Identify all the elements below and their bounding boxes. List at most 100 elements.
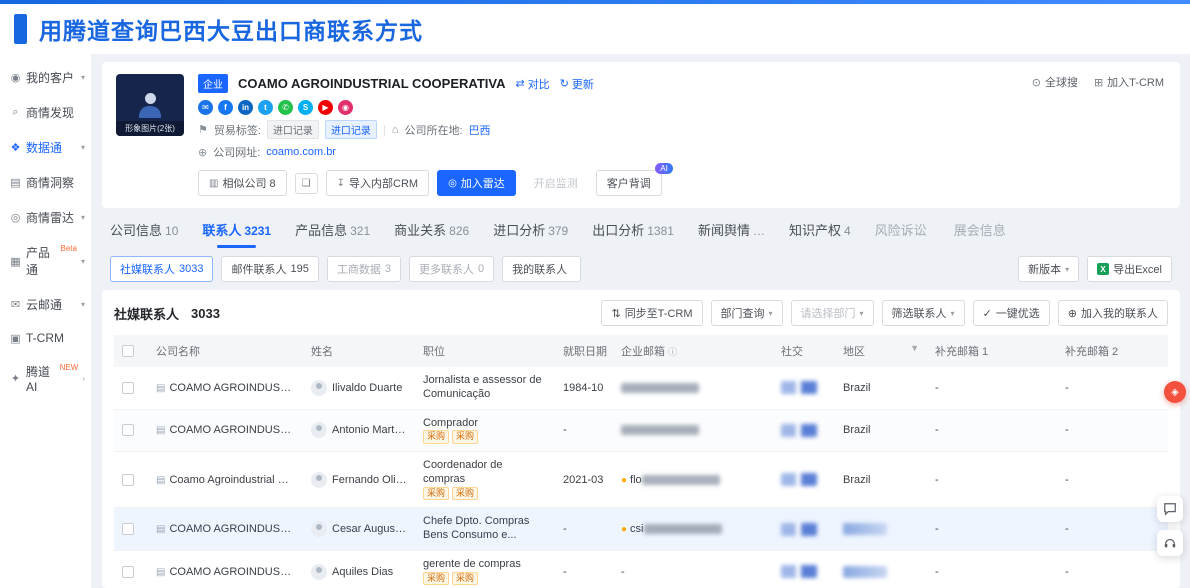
- sidebar-item[interactable]: ▣ T-CRM: [0, 322, 91, 354]
- row-checkbox[interactable]: [122, 474, 134, 486]
- tab[interactable]: 风险诉讼: [875, 220, 930, 248]
- compare-button[interactable]: ⇄对比: [515, 76, 549, 92]
- youtube-icon[interactable]: ▶: [318, 100, 333, 115]
- similar-companies-button[interactable]: ▥相似公司 8: [198, 170, 287, 196]
- whatsapp-icon[interactable]: ✆: [278, 100, 293, 115]
- tab[interactable]: 新闻舆情…: [698, 220, 765, 248]
- social-links-redacted[interactable]: [781, 424, 817, 437]
- export-excel-button[interactable]: X导出Excel: [1087, 256, 1172, 282]
- table-action-button[interactable]: 请选择部门 ▾: [791, 300, 874, 326]
- version-select[interactable]: 新版本▾: [1018, 256, 1079, 282]
- table-action-button[interactable]: ✓ 一键优选: [973, 300, 1050, 326]
- company-photo[interactable]: 形象图片(2张): [116, 74, 184, 136]
- copy-button[interactable]: ❏: [295, 173, 318, 194]
- contacts-tbody: ▤COAMO AGROINDUSTRIAL COOPERAT... Ilival…: [114, 367, 1168, 588]
- subfilter-chip[interactable]: 社媒联系人 3033: [110, 256, 213, 282]
- flag-icon: ⚑: [198, 123, 208, 136]
- sidebar-item-label: 云邮通: [26, 296, 62, 313]
- contacts-table: 公司名称姓名职位就职日期企业邮箱ⓘ社交地区▼补充邮箱 1补充邮箱 2 ▤COAM…: [114, 335, 1168, 588]
- promo-float-button[interactable]: ◈: [1164, 381, 1186, 403]
- trade-tag[interactable]: 进口记录: [325, 120, 377, 139]
- start-monitor-button[interactable]: 开启监测: [524, 171, 588, 195]
- refresh-button[interactable]: ↻更新: [560, 76, 594, 92]
- social-links-redacted[interactable]: [781, 473, 817, 486]
- sidebar-item-label: 商情洞察: [26, 174, 74, 191]
- chevron-down-icon: ▾: [81, 300, 85, 309]
- sidebar-item[interactable]: ▦ 产品通 Beta ▾: [0, 235, 91, 287]
- subfilter-count: 0: [478, 263, 484, 275]
- sidebar-item[interactable]: ⌕ 商情发现: [0, 95, 91, 130]
- background-check-button[interactable]: 客户背调AI: [596, 170, 662, 196]
- row-checkbox[interactable]: [122, 566, 134, 578]
- instagram-icon[interactable]: ◉: [338, 100, 353, 115]
- website-link[interactable]: coamo.com.br: [266, 146, 336, 158]
- sidebar-item[interactable]: ✉ 云邮通 ▾: [0, 287, 91, 322]
- sidebar-item[interactable]: ✦ 腾道AI NEW ›: [0, 354, 91, 403]
- social-links-redacted[interactable]: [781, 565, 817, 578]
- trade-tag[interactable]: 进口记录: [267, 120, 319, 139]
- import-crm-button[interactable]: ↧导入内部CRM: [326, 170, 429, 196]
- table-row[interactable]: ▤COAMO AGROINDUSTRIAL COOPERAT... Antoni…: [114, 409, 1168, 452]
- building-icon: ▥: [209, 178, 218, 189]
- location-value[interactable]: 巴西: [469, 122, 491, 138]
- extra-email-1: -: [935, 523, 939, 535]
- table-row[interactable]: ▤Coamo Agroindustrial Cooperativa Fernan…: [114, 452, 1168, 508]
- tab[interactable]: 展会信息: [954, 220, 1009, 248]
- social-links-redacted[interactable]: [781, 523, 817, 536]
- table-row[interactable]: ▤COAMO AGROINDUSTRIAL COOPERAT... Ilival…: [114, 367, 1168, 409]
- tab-count: 3231: [244, 224, 271, 238]
- filter-icon[interactable]: ▼: [910, 343, 919, 353]
- sidebar: ◉ 我的客户 ▾ ⌕ 商情发现 ❖ 数据通 ▾ ▤ 商情洞察 ◎ 商情雷达 ▾ …: [0, 54, 92, 588]
- subfilter-chip[interactable]: 我的联系人: [502, 256, 581, 282]
- sidebar-item[interactable]: ❖ 数据通 ▾: [0, 130, 91, 165]
- row-checkbox[interactable]: [122, 382, 134, 394]
- hire-date: 1984-10: [555, 367, 613, 409]
- subfilter-chip[interactable]: 工商数据 3: [327, 256, 401, 282]
- linkedin-icon[interactable]: in: [238, 100, 253, 115]
- tab[interactable]: 知识产权4: [789, 220, 851, 248]
- sidebar-item[interactable]: ◎ 商情雷达 ▾: [0, 200, 91, 235]
- region-text: Brazil: [843, 382, 871, 394]
- tab[interactable]: 公司信息10: [110, 220, 178, 248]
- region-text: Brazil: [843, 424, 871, 436]
- row-checkbox[interactable]: [122, 424, 134, 436]
- support-headset-button[interactable]: [1157, 530, 1183, 556]
- join-tcrm-button[interactable]: ⊞加入T-CRM: [1094, 74, 1164, 90]
- twitter-icon[interactable]: t: [258, 100, 273, 115]
- subfilter-chip[interactable]: 邮件联系人 195: [221, 256, 318, 282]
- table-row[interactable]: ▤COAMO AGROINDUSTRIAL COOPERAT... Cesar …: [114, 508, 1168, 551]
- radar-icon: ◎: [9, 211, 22, 224]
- subfilter-chip[interactable]: 更多联系人 0: [409, 256, 494, 282]
- action-label: 同步至T-CRM: [625, 305, 693, 321]
- tab[interactable]: 产品信息321: [295, 220, 370, 248]
- company-name: COAMO AGROINDUSTRIAL COOPERATIVA: [238, 76, 505, 91]
- company-cell: COAMO AGROINDUSTRIAL COOPERAT...: [169, 566, 303, 578]
- feedback-chat-button[interactable]: [1157, 496, 1183, 522]
- email-redacted: [621, 425, 699, 435]
- tab[interactable]: 出口分析1381: [592, 220, 674, 248]
- tab[interactable]: 进口分析379: [493, 220, 568, 248]
- table-action-button[interactable]: ⊕ 加入我的联系人: [1058, 300, 1168, 326]
- tab[interactable]: 商业关系826: [394, 220, 469, 248]
- tab[interactable]: 联系人3231: [202, 220, 271, 248]
- row-checkbox[interactable]: [122, 523, 134, 535]
- table-action-button[interactable]: 部门查询 ▾: [711, 300, 783, 326]
- sidebar-item[interactable]: ◉ 我的客户 ▾: [0, 60, 91, 95]
- import-icon: ↧: [337, 178, 345, 189]
- social-links-redacted[interactable]: [781, 381, 817, 394]
- table-row[interactable]: ▤COAMO AGROINDUSTRIAL COOPERAT... Aquile…: [114, 550, 1168, 588]
- skype-icon[interactable]: S: [298, 100, 313, 115]
- email-icon[interactable]: ✉: [198, 100, 213, 115]
- avatar: [311, 422, 327, 438]
- tab-label: 出口分析: [592, 223, 644, 238]
- facebook-icon[interactable]: f: [218, 100, 233, 115]
- table-action-button[interactable]: ⇅ 同步至T-CRM: [601, 300, 702, 326]
- procurement-tag: 采购: [452, 487, 478, 500]
- table-action-button[interactable]: 筛选联系人 ▾: [882, 300, 965, 326]
- join-radar-button[interactable]: ◎加入雷达: [437, 170, 516, 196]
- sidebar-item[interactable]: ▤ 商情洞察: [0, 165, 91, 200]
- select-all-checkbox[interactable]: [122, 345, 134, 357]
- global-search-button[interactable]: ⊙全球搜: [1032, 74, 1078, 90]
- tab-count: 4: [844, 224, 851, 238]
- tab-count: 826: [449, 224, 469, 238]
